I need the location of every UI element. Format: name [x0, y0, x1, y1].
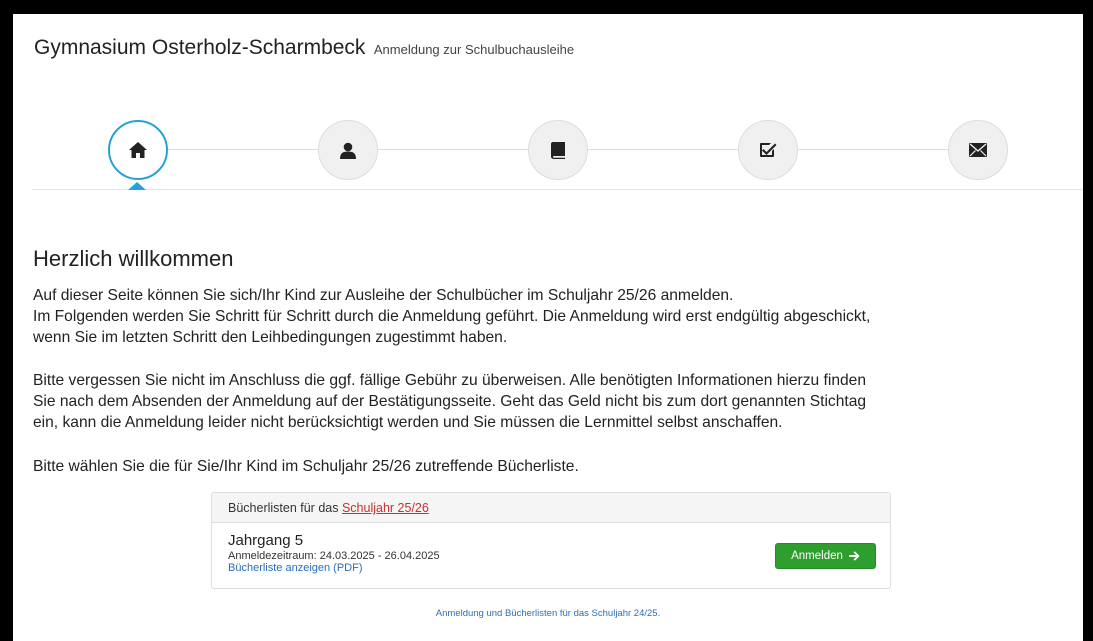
intro-line-2: Im Folgenden werden Sie Schritt für Schr… [33, 308, 871, 325]
step-send[interactable] [948, 120, 1008, 180]
step-home[interactable] [108, 120, 168, 180]
intro-line-1: Auf dieser Seite können Sie sich/Ihr Kin… [33, 287, 734, 304]
intro-line-3: wenn Sie im letzten Schritt den Leihbedi… [33, 329, 508, 346]
welcome-heading: Herzlich willkommen [33, 246, 234, 271]
panel-heading: Bücherlisten für das Schuljahr 25/26 [212, 493, 890, 523]
envelope-icon [969, 143, 987, 157]
payment-line-1: Bitte vergessen Sie nicht im Anschluss d… [33, 372, 867, 389]
school-year-link[interactable]: Schuljahr 25/26 [342, 501, 429, 515]
brand-subtitle: Anmeldung zur Schulbuchausleihe [373, 42, 575, 57]
check-square-icon [760, 143, 777, 157]
select-list-instruction: Bitte wählen Sie die für Sie/Ihr Kind im… [33, 458, 579, 475]
register-button-label: Anmelden [791, 550, 843, 562]
payment-paragraph: Bitte vergessen Sie nicht im Anschluss d… [33, 370, 1083, 433]
step-personal-data[interactable] [318, 120, 378, 180]
register-button[interactable]: Anmelden [775, 543, 876, 569]
book-icon [551, 141, 565, 159]
step-books[interactable] [528, 120, 588, 180]
step-confirm[interactable] [738, 120, 798, 180]
book-list-panel: Bücherlisten für das Schuljahr 25/26 Jah… [211, 492, 891, 589]
panel-heading-text: Bücherlisten für das [228, 501, 342, 515]
previous-year-link[interactable]: Anmeldung und Bücherlisten für das Schul… [13, 608, 1083, 619]
header: Gymnasium Osterholz-Scharmbeck Anmeldung… [34, 36, 574, 60]
payment-line-2: Sie nach dem Absenden der Anmeldung auf … [33, 393, 867, 410]
page-frame: Gymnasium Osterholz-Scharmbeck Anmeldung… [13, 14, 1083, 641]
arrow-right-icon [848, 551, 860, 561]
user-icon [340, 142, 356, 159]
home-icon [129, 142, 147, 158]
wizard-divider [32, 189, 1083, 190]
brand-title[interactable]: Gymnasium Osterholz-Scharmbeck [34, 36, 365, 59]
intro-paragraph: Auf dieser Seite können Sie sich/Ihr Kin… [33, 285, 1083, 348]
active-step-pointer [128, 182, 146, 190]
payment-line-3: ein, kann die Anmeldung leider nicht ber… [33, 414, 783, 431]
grade-entry: Jahrgang 5 Anmeldezeitraum: 24.03.2025 -… [212, 523, 890, 583]
